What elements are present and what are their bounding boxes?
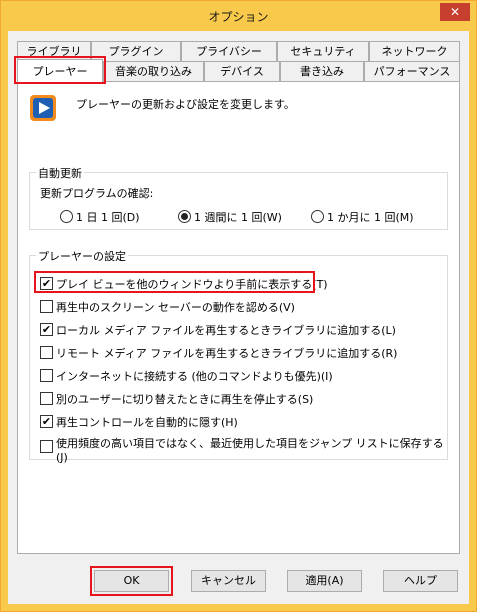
ok-button[interactable]: OK — [94, 570, 169, 592]
dialog-client: ライブラリ プラグイン プライバシー セキュリティ ネットワーク プレーヤー 音… — [8, 31, 469, 604]
options-dialog: オプション ✕ ライブラリ プラグイン プライバシー セキュリティ ネットワーク… — [0, 0, 477, 612]
check-jumplist-recent[interactable]: 使用頻度の高い項目ではなく、最近使用した項目をジャンプ リストに保存する (J) — [40, 435, 444, 464]
player-tab-panel: プレーヤーの更新および設定を変更します。 自動更新 更新プログラムの確認: 1 … — [17, 81, 460, 554]
check-add-local-files[interactable]: ✔ ローカル メディア ファイルを再生するときライブラリに追加する(L) — [40, 322, 396, 338]
auto-update-title: 自動更新 — [36, 165, 84, 181]
window-title: オプション — [208, 10, 269, 24]
close-icon: ✕ — [449, 5, 461, 19]
checkbox-indicator[interactable] — [40, 346, 53, 359]
check-stop-on-switch-user[interactable]: 別のユーザーに切り替えたときに再生を停止する(S) — [40, 391, 313, 407]
player-settings-group: プレーヤーの設定 ✔ プレイ ビューを他のウィンドウより手前に表示する(T) 再生… — [29, 248, 448, 464]
checkbox-indicator[interactable]: ✔ — [40, 323, 53, 336]
check-autohide-controls[interactable]: ✔ 再生コントロールを自動的に隠す(H) — [40, 414, 238, 430]
radio-monthly-indicator[interactable] — [311, 210, 324, 223]
close-button[interactable]: ✕ — [440, 3, 470, 21]
check-playview-on-top[interactable]: ✔ プレイ ビューを他のウィンドウより手前に表示する(T) — [40, 276, 328, 292]
radio-daily[interactable]: 1 日 1 回(D) — [60, 209, 140, 225]
check-add-remote-files[interactable]: リモート メディア ファイルを再生するときライブラリに追加する(R) — [40, 345, 397, 361]
radio-weekly-indicator[interactable] — [178, 210, 191, 223]
checkbox-indicator[interactable] — [40, 300, 53, 313]
tab-network[interactable]: ネットワーク — [369, 41, 460, 61]
tab-security[interactable]: セキュリティ — [277, 41, 369, 61]
media-player-icon — [29, 94, 57, 122]
tab-plugins[interactable]: プラグイン — [91, 41, 181, 61]
checkbox-indicator[interactable] — [40, 392, 53, 405]
tab-rip-music[interactable]: 音楽の取り込み — [103, 61, 204, 81]
radio-daily-indicator[interactable] — [60, 210, 73, 223]
tab-privacy[interactable]: プライバシー — [181, 41, 277, 61]
radio-monthly[interactable]: 1 か月に 1 回(M) — [311, 209, 414, 225]
player-settings-title: プレーヤーの設定 — [36, 248, 128, 264]
tab-player[interactable]: プレーヤー — [17, 59, 103, 83]
title-bar: オプション ✕ — [1, 1, 476, 31]
tab-devices[interactable]: デバイス — [204, 61, 280, 81]
update-check-label: 更新プログラムの確認: — [40, 187, 154, 200]
jumplist-label-line1: 使用頻度の高い項目ではなく、最近使用した項目をジャンプ リストに保存する — [56, 437, 444, 450]
radio-weekly[interactable]: 1 週間に 1 回(W) — [178, 209, 282, 225]
check-allow-screensaver[interactable]: 再生中のスクリーン セーバーの動作を認める(V) — [40, 299, 295, 315]
checkbox-indicator[interactable]: ✔ — [40, 277, 53, 290]
help-button[interactable]: ヘルプ — [383, 570, 458, 592]
jumplist-label-line2: (J) — [56, 451, 68, 464]
checkbox-indicator[interactable] — [40, 440, 53, 453]
cancel-button[interactable]: キャンセル — [191, 570, 266, 592]
auto-update-group: 自動更新 更新プログラムの確認: 1 日 1 回(D) 1 週間に 1 回(W)… — [29, 165, 448, 230]
check-connect-internet[interactable]: インターネットに接続する (他のコマンドよりも優先)(I) — [40, 368, 333, 384]
tab-description: プレーヤーの更新および設定を変更します。 — [76, 98, 295, 111]
tab-performance[interactable]: パフォーマンス — [364, 61, 460, 81]
tab-burn[interactable]: 書き込み — [280, 61, 364, 81]
tab-library[interactable]: ライブラリ — [17, 41, 91, 61]
checkbox-indicator[interactable]: ✔ — [40, 415, 53, 428]
checkbox-indicator[interactable] — [40, 369, 53, 382]
apply-button[interactable]: 適用(A) — [287, 570, 362, 592]
